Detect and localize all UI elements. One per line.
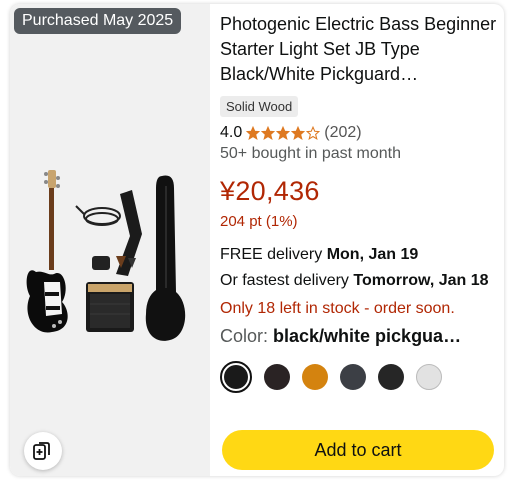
free-delivery: FREE delivery Mon, Jan 19 [220,244,500,266]
product-card[interactable]: Purchased May 2025 Photogenic Electric B… [10,4,504,476]
color-swatch[interactable] [264,364,290,390]
compare-button[interactable] [24,432,62,470]
color-selector-label: Color: black/white pickgua… [220,326,492,347]
color-value: black/white pickgua… [273,326,462,346]
product-image-panel[interactable]: Purchased May 2025 [10,4,210,476]
add-to-cart-button[interactable]: Add to cart [222,430,494,470]
bass-guitar-image [26,170,68,333]
compare-icon [33,442,50,460]
tuner-image [92,256,110,270]
free-delivery-label: FREE delivery [220,246,327,263]
star-filled-icon [276,126,291,140]
purchased-badge: Purchased May 2025 [14,8,182,34]
amp-image [86,282,134,332]
color-swatch[interactable] [416,364,442,390]
points: 204 pt (1%) [220,213,298,230]
product-title[interactable]: Photogenic Electric Bass Beginner Starte… [220,12,500,88]
bought-count: 50+ bought in past month [220,145,402,162]
stock-status: Only 18 left in stock - order soon. [220,300,455,317]
color-swatch[interactable] [340,364,366,390]
product-image [26,170,186,341]
product-details: Photogenic Electric Bass Beginner Starte… [220,12,500,395]
color-swatch[interactable] [220,361,252,393]
star-filled-icon [261,126,276,140]
color-swatch[interactable] [378,364,404,390]
fastest-delivery-date: Tomorrow, Jan 18 [353,272,489,289]
price: ¥20,436 [220,176,320,206]
rating-stars [246,126,321,140]
color-swatches [220,359,480,395]
rating-count: (202) [324,124,362,141]
star-filled-icon [291,126,306,140]
color-swatch[interactable] [302,364,328,390]
star-empty-icon [306,126,321,140]
fastest-delivery-label: Or fastest delivery [220,272,354,289]
color-label: Color: [220,326,274,346]
material-badge: Solid Wood [220,96,299,117]
star-filled-icon [246,126,261,140]
rating-value: 4.0 [220,124,243,141]
rating-row[interactable]: 4.0 (202) [220,123,500,143]
fastest-delivery: Or fastest delivery Tomorrow, Jan 18 [220,270,500,292]
cable-image [75,205,121,226]
free-delivery-date: Mon, Jan 19 [326,246,419,263]
